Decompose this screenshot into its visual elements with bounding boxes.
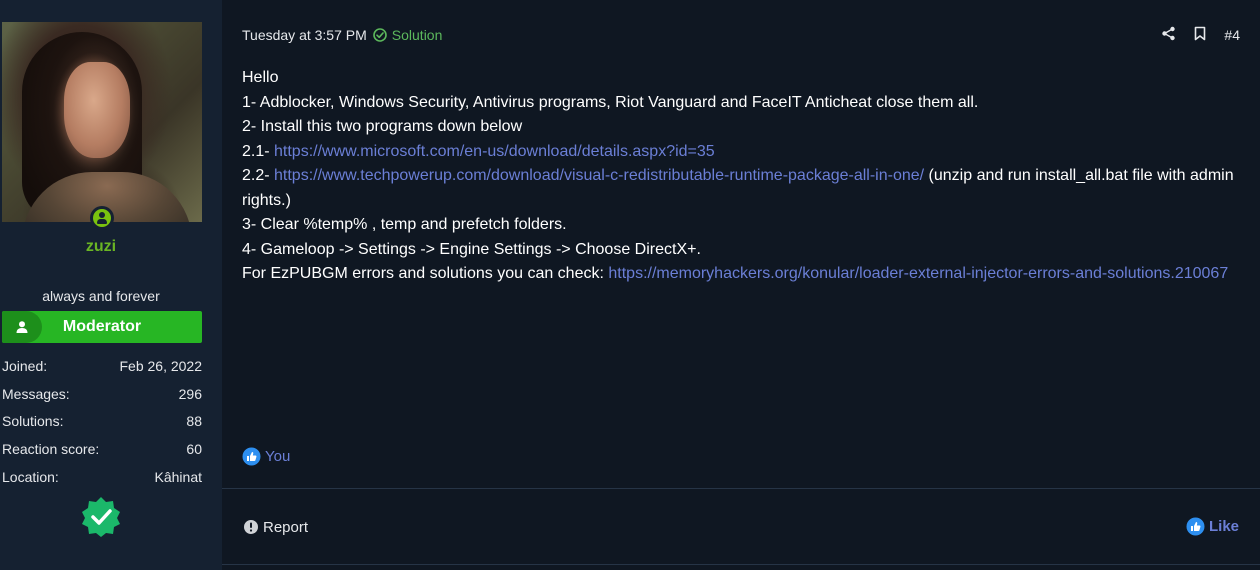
avatar-face — [64, 62, 130, 158]
avatar-pointer-arrow — [202, 45, 222, 81]
verified-badge-icon — [80, 496, 122, 538]
content-line: 2- Install this two programs down below — [242, 118, 523, 135]
content-text: For EzPUBGM errors and solutions you can… — [242, 265, 609, 282]
report-button[interactable]: Report — [243, 517, 308, 537]
stat-label: Location: — [2, 468, 59, 485]
content-line: 1- Adblocker, Windows Security, Antiviru… — [242, 93, 979, 111]
stat-label: Solutions: — [2, 413, 64, 430]
content-text: 2.1- — [242, 142, 275, 160]
message-content: Hello 1- Adblocker, Windows Security, An… — [242, 66, 1242, 287]
stat-value[interactable]: 296 — [179, 386, 202, 402]
like-button[interactable]: Like — [1186, 516, 1239, 536]
share-icon[interactable] — [1161, 26, 1176, 44]
user-title: always and forever — [42, 288, 160, 304]
stat-reaction-score: Reaction score: 60 — [2, 435, 202, 463]
stat-label: Reaction score: — [2, 440, 100, 457]
avatar[interactable] — [2, 22, 202, 222]
stat-label: Joined: — [2, 357, 48, 374]
role-label: Moderator — [62, 318, 142, 335]
content-line: 2.2- https://www.techpowerup.com/downloa… — [242, 164, 1242, 213]
stat-messages: Messages: 296 — [2, 380, 202, 408]
reaction-users[interactable]: You — [265, 448, 290, 465]
like-label: Like — [1208, 517, 1239, 535]
stat-location: Location: Kâhinat — [2, 463, 202, 491]
post-actions: #4 — [1161, 26, 1240, 44]
report-label: Report — [263, 518, 309, 536]
bookmark-icon[interactable] — [1194, 26, 1206, 44]
stat-value: 60 — [186, 440, 202, 457]
content-line: 4- Gameloop -> Settings -> Engine Settin… — [242, 240, 701, 258]
content-line: Hello — [242, 69, 279, 86]
stat-solutions: Solutions: 88 — [2, 407, 202, 435]
message-meta: Tuesday at 3:57 PM Solution — [242, 26, 442, 44]
online-status-icon — [90, 206, 114, 230]
user-icon — [2, 311, 42, 343]
thumbs-up-icon — [1186, 517, 1205, 535]
user-stats: Joined: Feb 26, 2022 Messages: 296 Solut… — [2, 352, 202, 490]
solution-label: Solution — [391, 27, 443, 43]
user-sidebar: zuzi always and forever Moderator Joined… — [0, 0, 222, 570]
stat-label: Messages: — [2, 385, 70, 402]
post-number-link[interactable]: #4 — [1224, 27, 1240, 43]
stat-joined: Joined: Feb 26, 2022 — [2, 352, 202, 380]
bottom-border — [222, 564, 1260, 565]
stat-value: Feb 26, 2022 — [119, 357, 202, 374]
footer-divider — [222, 488, 1260, 489]
username[interactable]: zuzi — [0, 238, 202, 256]
alert-icon — [244, 520, 258, 534]
content-line: 2.1- https://www.microsoft.com/en-us/dow… — [242, 140, 1242, 165]
role-banner: Moderator — [2, 311, 202, 343]
content-line: For EzPUBGM errors and solutions you can… — [242, 262, 1242, 287]
content-text: 2.2- — [242, 167, 275, 184]
like-reaction-icon — [242, 447, 261, 465]
techpowerup-download-link[interactable]: https://www.techpowerup.com/download/vis… — [274, 167, 924, 184]
solution-indicator: Solution — [372, 27, 443, 43]
reactions-bar[interactable]: You — [242, 446, 290, 466]
message-post: zuzi always and forever Moderator Joined… — [0, 0, 1260, 570]
check-circle-icon — [372, 28, 387, 42]
stat-value[interactable]: Kâhinat — [155, 469, 202, 485]
post-date[interactable]: Tuesday at 3:57 PM — [242, 27, 367, 43]
content-line: 3- Clear %temp% , temp and prefetch fold… — [242, 216, 567, 233]
microsoft-download-link[interactable]: https://www.microsoft.com/en-us/download… — [274, 143, 715, 160]
online-dot — [93, 209, 111, 227]
memoryhackers-link[interactable]: https://memoryhackers.org/konular/loader… — [608, 265, 1228, 282]
stat-value: 88 — [186, 413, 202, 430]
